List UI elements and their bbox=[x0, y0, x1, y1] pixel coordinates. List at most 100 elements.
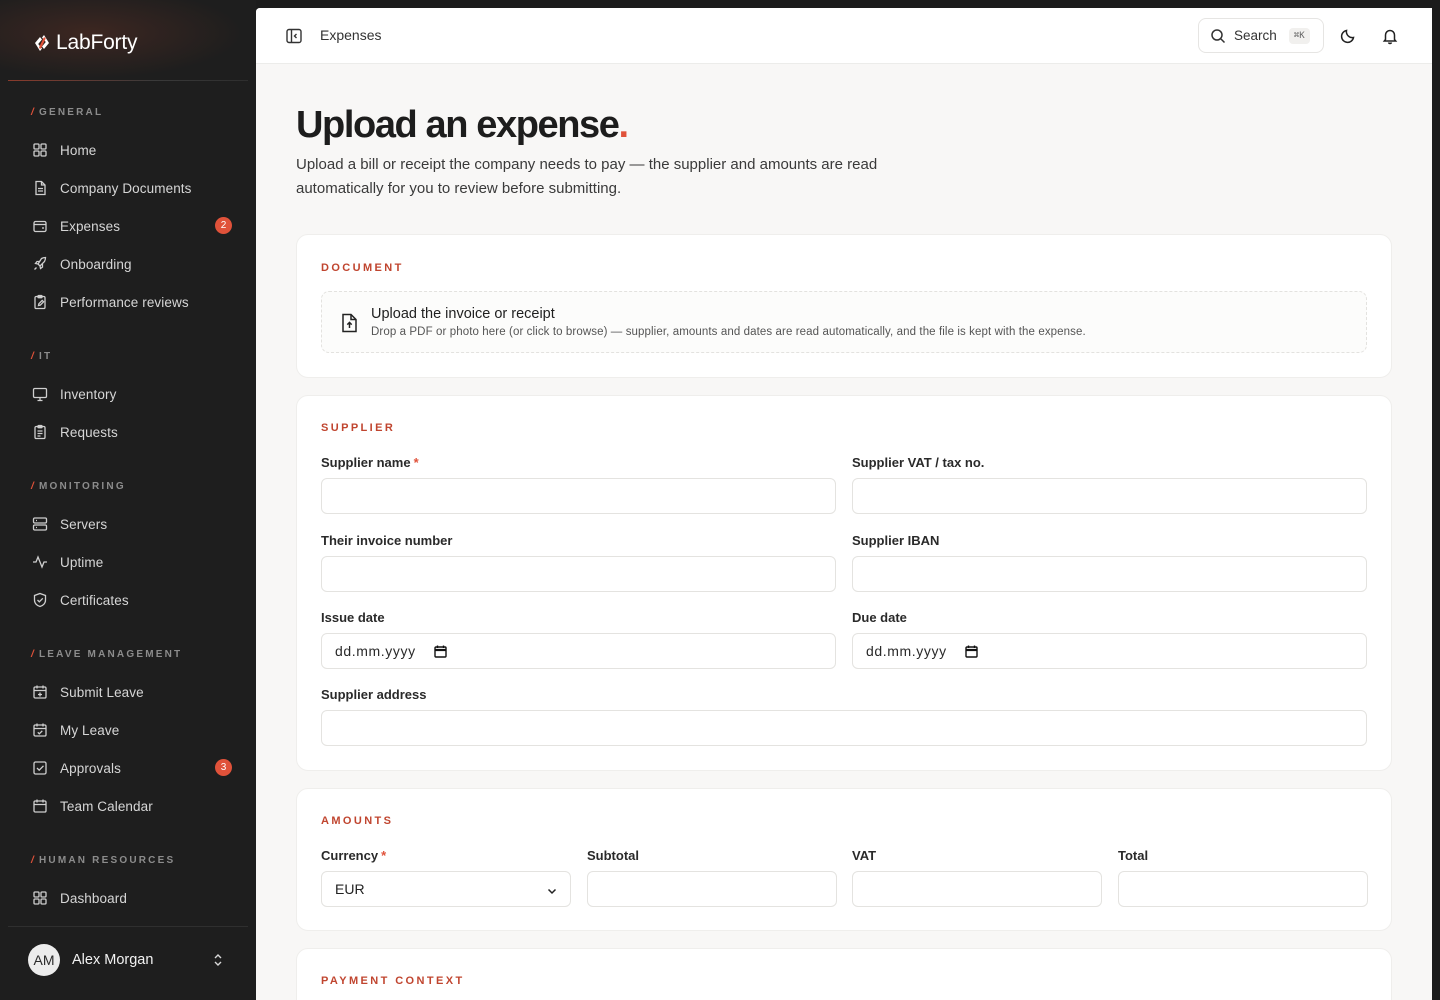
sidebar-item-home[interactable]: Home bbox=[22, 133, 240, 167]
supplier-iban-label: Supplier IBAN bbox=[852, 533, 940, 548]
sidebar-item-certificates[interactable]: Certificates bbox=[22, 583, 240, 617]
clipboard-edit-icon bbox=[32, 294, 48, 310]
sidebar-item-submit-leave[interactable]: Submit Leave bbox=[22, 675, 240, 709]
search-button[interactable]: Search ⌘K bbox=[1198, 18, 1324, 53]
currency-select[interactable]: EUR bbox=[321, 871, 571, 907]
document-icon bbox=[32, 180, 48, 196]
section-label-human-resources: / HUMAN RESOURCES bbox=[31, 855, 176, 866]
subtotal-label: Subtotal bbox=[587, 848, 639, 863]
sidebar-item-performance-reviews[interactable]: Performance reviews bbox=[22, 285, 240, 319]
breadcrumb[interactable]: Expenses bbox=[320, 27, 381, 43]
sidebar-item-company-documents[interactable]: Company Documents bbox=[22, 171, 240, 205]
shield-check-icon bbox=[32, 592, 48, 608]
sidebar-item-requests[interactable]: Requests bbox=[22, 415, 240, 449]
sidebar-item-label: Home bbox=[60, 142, 97, 158]
grid-icon bbox=[32, 890, 48, 906]
user-menu[interactable]: AM Alex Morgan bbox=[28, 943, 238, 977]
sidebar-item-uptime[interactable]: Uptime bbox=[22, 545, 240, 579]
section-label-leave-management: / LEAVE MANAGEMENT bbox=[31, 649, 183, 660]
currency-label: Currency * bbox=[321, 848, 387, 863]
section-label-general: / GENERAL bbox=[31, 107, 104, 118]
supplier-vat-label: Supplier VAT / tax no. bbox=[852, 455, 985, 470]
search-icon bbox=[1210, 28, 1226, 44]
supplier-name-input[interactable] bbox=[321, 478, 836, 514]
grid-icon bbox=[32, 142, 48, 158]
wallet-icon bbox=[32, 218, 48, 234]
sidebar-item-servers[interactable]: Servers bbox=[22, 507, 240, 541]
clipboard-list-icon bbox=[32, 424, 48, 440]
sidebar-item-my-leave[interactable]: My Leave bbox=[22, 713, 240, 747]
document-card: DOCUMENT Upload the invoice or receipt D… bbox=[296, 234, 1392, 378]
vat-input[interactable] bbox=[852, 871, 1102, 907]
vat-label: VAT bbox=[852, 848, 877, 863]
expenses-count-badge: 2 bbox=[215, 217, 232, 234]
chevron-down-icon bbox=[546, 884, 558, 896]
sidebar-item-dashboard[interactable]: Dashboard bbox=[22, 881, 240, 915]
supplier-vat-input[interactable] bbox=[852, 478, 1367, 514]
subtotal-input[interactable] bbox=[587, 871, 837, 907]
upload-dropzone[interactable]: Upload the invoice or receipt Drop a PDF… bbox=[321, 291, 1367, 353]
sidebar-item-label: My Leave bbox=[60, 722, 120, 738]
invoice-number-input[interactable] bbox=[321, 556, 836, 592]
activity-icon bbox=[32, 554, 48, 570]
calendar-check-icon bbox=[32, 722, 48, 738]
user-name: Alex Morgan bbox=[72, 952, 154, 968]
upload-title: Upload the invoice or receipt bbox=[371, 306, 555, 322]
due-date-input[interactable]: dd.mm.yyyy bbox=[852, 633, 1367, 669]
search-shortcut: ⌘K bbox=[1288, 27, 1310, 44]
sidebar-item-label: Expenses bbox=[60, 218, 121, 234]
dark-mode-moon-icon[interactable] bbox=[1339, 27, 1357, 45]
calendar-picker-icon[interactable] bbox=[964, 645, 978, 658]
currency-value: EUR bbox=[335, 881, 365, 897]
sidebar-item-label: Approvals bbox=[60, 760, 121, 776]
rocket-icon bbox=[32, 256, 48, 272]
section-label-monitoring: / MONITORING bbox=[31, 481, 126, 492]
upload-description: Drop a PDF or photo here (or click to br… bbox=[371, 326, 1086, 338]
page-subtitle: Upload a bill or receipt the company nee… bbox=[296, 156, 878, 197]
amounts-section-title: AMOUNTS bbox=[321, 815, 394, 827]
sidebar-item-label: Submit Leave bbox=[60, 684, 144, 700]
sidebar-item-label: Servers bbox=[60, 516, 108, 532]
sidebar-item-label: Onboarding bbox=[60, 256, 132, 272]
supplier-section-title: SUPPLIER bbox=[321, 422, 396, 434]
issue-date-input[interactable]: dd.mm.yyyy bbox=[321, 633, 836, 669]
sidebar-item-label: Dashboard bbox=[60, 890, 127, 906]
sidebar-item-approvals[interactable]: Approvals 3 bbox=[22, 751, 240, 785]
sidebar-item-onboarding[interactable]: Onboarding bbox=[22, 247, 240, 281]
total-label: Total bbox=[1118, 848, 1149, 863]
supplier-address-input[interactable] bbox=[321, 710, 1367, 746]
sidebar-item-inventory[interactable]: Inventory bbox=[22, 377, 240, 411]
server-icon bbox=[32, 516, 48, 532]
brand[interactable]: LabForty bbox=[32, 28, 137, 58]
sidebar-item-label: Requests bbox=[60, 424, 118, 440]
payment-context-card: PAYMENT CONTEXT bbox=[296, 948, 1392, 1000]
brand-divider bbox=[8, 80, 248, 81]
sidebar-item-label: Uptime bbox=[60, 554, 104, 570]
approvals-count-badge: 3 bbox=[215, 759, 232, 776]
issue-date-placeholder: dd.mm.yyyy bbox=[335, 643, 416, 659]
amounts-card: AMOUNTS Currency * EUR Subtotal VAT Total bbox=[296, 788, 1392, 931]
sidebar-item-team-calendar[interactable]: Team Calendar bbox=[22, 789, 240, 823]
calendar-picker-icon[interactable] bbox=[433, 645, 447, 658]
check-square-icon bbox=[32, 760, 48, 776]
total-input[interactable] bbox=[1118, 871, 1368, 907]
supplier-card: SUPPLIER Supplier name * Supplier VAT / t… bbox=[296, 395, 1392, 771]
payment-context-section-title: PAYMENT CONTEXT bbox=[321, 975, 465, 987]
labforty-logo-icon bbox=[32, 33, 52, 53]
sidebar-item-expenses[interactable]: Expenses 2 bbox=[22, 209, 240, 243]
calendar-icon bbox=[32, 798, 48, 814]
notifications-bell-icon[interactable] bbox=[1381, 27, 1399, 45]
search-label: Search bbox=[1234, 28, 1277, 43]
supplier-iban-input[interactable] bbox=[852, 556, 1367, 592]
sidebar-toggle-icon[interactable] bbox=[284, 26, 304, 46]
avatar: AM bbox=[28, 944, 60, 976]
monitor-icon bbox=[32, 386, 48, 402]
sidebar-item-label: Certificates bbox=[60, 592, 129, 608]
sidebar-bottom-divider bbox=[8, 926, 248, 927]
sidebar-item-label: Performance reviews bbox=[60, 294, 189, 310]
main-content: Expenses Search ⌘K Upload an expense. Up… bbox=[256, 8, 1432, 1000]
file-upload-icon bbox=[340, 313, 358, 333]
supplier-name-label: Supplier name * bbox=[321, 455, 419, 470]
topbar: Expenses Search ⌘K bbox=[256, 8, 1432, 64]
chevrons-up-down-icon bbox=[210, 952, 226, 968]
